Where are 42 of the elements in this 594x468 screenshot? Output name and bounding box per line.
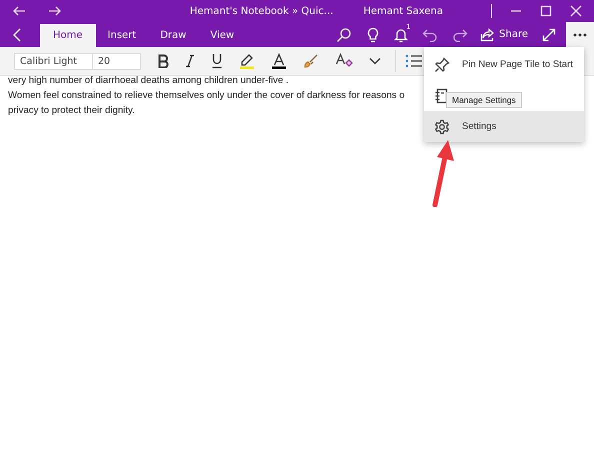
italic-icon[interactable] [185,54,195,68]
back-chevron-icon[interactable] [12,28,22,42]
more-icon [573,32,587,36]
chevron-down-icon[interactable] [369,57,381,65]
note-text: privacy to protect their dignity. [8,104,135,118]
pin-icon [434,56,450,72]
note-text: very high number of diarrhoeal deaths among children under-five . [8,74,289,88]
highlighter-icon[interactable] [239,53,255,69]
expand-icon[interactable] [542,28,556,42]
search-icon[interactable] [336,26,352,42]
tooltip: Manage Settings [446,92,522,108]
settings-icon [434,118,450,134]
annotation-arrow [430,139,456,207]
clear-formatting-icon[interactable] [335,53,353,69]
close-icon[interactable] [570,5,582,17]
undo-icon[interactable] [422,28,438,42]
bullet-list-icon[interactable] [405,54,423,68]
underline-icon[interactable] [211,53,223,69]
bold-icon[interactable] [157,54,169,68]
tab[interactable]: Insert [96,24,148,47]
redo-icon[interactable] [452,28,468,42]
share-button[interactable]: Share [480,28,528,42]
window-title: Hemant's Notebook » Quic... [190,6,334,16]
forward-arrow-icon[interactable] [48,5,62,17]
notebook-icon[interactable] [434,88,450,104]
bell-icon[interactable] [394,26,408,42]
font-size-field[interactable]: 20 [93,52,141,70]
note-text: Women feel constrained to relieve themselves only under the cover of darkness for reasons o [8,89,405,103]
tab[interactable]: Home [40,24,96,47]
tab[interactable]: View [198,24,246,47]
share-icon [480,28,496,42]
font-name-field[interactable]: Calibri Light [14,52,93,70]
back-arrow-icon[interactable] [12,5,26,17]
menu-item[interactable]: Settings [424,111,584,142]
user-name: Hemant Saxena [363,6,443,16]
menu-item[interactable]: Pin New Page Tile to Start [424,49,584,80]
more-options-button[interactable] [566,22,594,47]
font-color-icon[interactable] [271,53,287,69]
paintbrush-icon[interactable] [303,53,319,69]
lightbulb-icon[interactable] [366,26,380,42]
tab[interactable]: Draw [148,24,198,47]
maximize-icon[interactable] [540,5,552,17]
